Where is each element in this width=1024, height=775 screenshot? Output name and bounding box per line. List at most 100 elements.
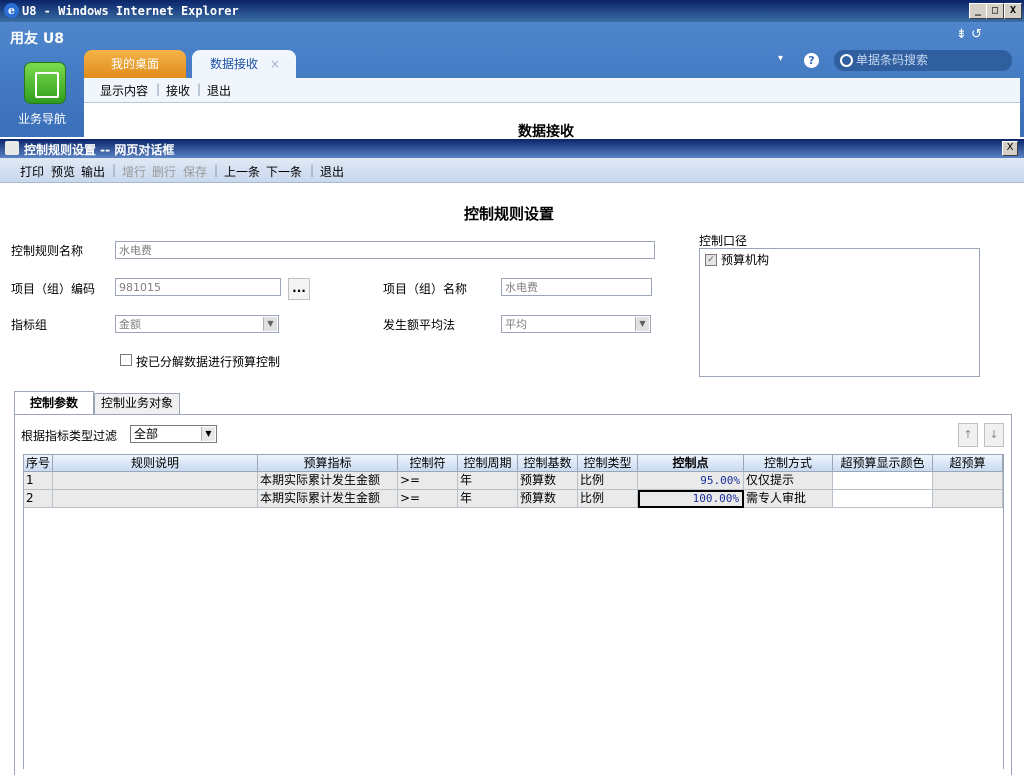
cell-control-type[interactable]: 比例 [578,490,638,508]
exit-button[interactable]: 退出 [207,82,231,99]
subbar-separator: | [197,82,202,96]
cell-base[interactable]: 预算数 [518,490,578,508]
rule-name-label: 控制规则名称 [11,244,84,258]
output-button[interactable]: 输出 [81,163,105,180]
maximize-button[interactable]: □ [986,3,1004,19]
dialog-close-button[interactable]: X [1002,141,1018,156]
next-record-button[interactable]: 下一条 [266,163,302,180]
tab-close-icon[interactable]: × [270,50,280,78]
move-down-icon[interactable]: ↓ [984,423,1004,447]
barcode-search-input[interactable]: 单据条码搜索 [834,50,1012,71]
dialog-titlebar: 控制规则设置 -- 网页对话框 [0,139,1024,158]
cell-control-method[interactable]: 仅仅提示 [744,472,833,490]
column-header-over-color[interactable]: 超预算显示颜色 [833,455,933,472]
cell-control-point[interactable]: 100.00% [638,490,744,508]
tab-control-params[interactable]: 控制参数 [14,391,94,415]
cell-operator[interactable]: >= [398,490,458,508]
rule-name-field[interactable]: 水电费 [115,241,655,259]
chevron-down-icon[interactable]: ▼ [263,317,277,331]
indicator-group-label: 指标组 [11,318,48,332]
column-header-period[interactable]: 控制周期 [458,455,518,472]
caliber-checkbox[interactable]: ✓ [705,254,717,266]
ie-logo-icon: e [4,3,19,18]
business-nav-label[interactable]: 业务导航 [18,110,66,127]
decompose-label: 按已分解数据进行预算控制 [136,355,281,369]
cell-budget-indicator[interactable]: 本期实际累计发生金额 [258,472,398,490]
print-button[interactable]: 打印 [20,163,44,180]
subbar-separator: | [156,82,161,96]
caliber-item-label: 预算机构 [721,253,770,267]
header-tool-icons[interactable]: ⇟ ↺ [956,27,982,42]
show-content-button[interactable]: 显示内容 [100,82,148,99]
item-code-label: 项目（组）编码 [11,282,96,296]
cell-rule-desc[interactable] [53,472,258,490]
tab-my-desktop[interactable]: 我的桌面 [84,50,186,78]
filter-value: 全部 [134,427,159,441]
content-title: 数据接收 [518,124,574,140]
column-header-over-budget[interactable]: 超预算 [933,455,1003,472]
column-header-base[interactable]: 控制基数 [518,455,578,472]
move-up-icon[interactable]: ↑ [958,423,978,447]
browser-title: U8 - Windows Internet Explorer [22,4,239,18]
tab-control-business-objects[interactable]: 控制业务对象 [94,393,180,415]
column-header-control-point[interactable]: 控制点 [638,455,744,472]
decompose-checkbox[interactable] [120,354,132,366]
cell-base[interactable]: 预算数 [518,472,578,490]
item-lookup-button[interactable]: ... [288,278,310,300]
minimize-button[interactable]: _ [969,3,987,19]
cell-operator[interactable]: >= [398,472,458,490]
cell-control-point[interactable]: 95.00% [638,472,744,490]
toolbar-separator: | [310,163,315,177]
cell-period[interactable]: 年 [458,472,518,490]
column-header-operator[interactable]: 控制符 [398,455,458,472]
toolbar-separator: | [112,163,117,177]
prev-record-button[interactable]: 上一条 [224,163,260,180]
cell-over-color[interactable] [833,472,933,490]
delete-row-button[interactable]: 删行 [152,163,176,180]
dialog-title: 控制规则设置 -- 网页对话框 [24,143,175,157]
tab-data-receive[interactable]: 数据接收 × [192,50,296,78]
chevron-down-icon[interactable]: ▾ [778,53,783,64]
column-header-budget-indicator[interactable]: 预算指标 [258,455,398,472]
app-content-area: 数据接收 [84,103,1020,140]
dialog-exit-button[interactable]: 退出 [320,163,344,180]
preview-button[interactable]: 预览 [51,163,75,180]
indicator-group-value: 金额 [119,318,141,331]
cell-seq[interactable]: 2 [24,490,53,508]
cell-period[interactable]: 年 [458,490,518,508]
filter-select[interactable]: 全部 ▼ [130,425,217,443]
indicator-group-select[interactable]: 金额 ▼ [115,315,279,333]
cell-over-color[interactable] [833,490,933,508]
avg-method-label: 发生额平均法 [383,318,456,332]
item-code-field[interactable]: 981015 [115,278,281,296]
chevron-down-icon[interactable]: ▼ [201,427,215,441]
column-header-control-method[interactable]: 控制方式 [744,455,833,472]
business-nav-icon[interactable] [24,62,66,104]
cell-rule-desc[interactable] [53,490,258,508]
cell-over-budget[interactable] [933,472,1003,490]
cell-seq[interactable]: 1 [24,472,53,490]
form-title: 控制规则设置 [464,205,555,223]
column-header-control-type[interactable]: 控制类型 [578,455,638,472]
chevron-down-icon[interactable]: ▼ [635,317,649,331]
cell-budget-indicator[interactable]: 本期实际累计发生金额 [258,490,398,508]
caliber-label: 控制口径 [699,234,748,248]
avg-method-select[interactable]: 平均 ▼ [501,315,651,333]
column-header-seq[interactable]: 序号 [24,455,53,472]
item-name-field[interactable]: 水电费 [501,278,652,296]
add-row-button[interactable]: 增行 [122,163,146,180]
help-icon[interactable]: ? [804,53,819,68]
save-button[interactable]: 保存 [183,163,207,180]
toolbar-separator: | [214,163,219,177]
avg-method-value: 平均 [505,318,527,331]
cell-over-budget[interactable] [933,490,1003,508]
browser-titlebar: e U8 - Windows Internet Explorer _ □ X [0,0,1024,22]
dialog-window-icon [5,141,19,155]
brand-logo: 用友 U8 [10,31,64,47]
receive-button[interactable]: 接收 [166,82,190,99]
column-header-rule-desc[interactable]: 规则说明 [53,455,258,472]
app-subbar: 显示内容 | 接收 | 退出 [84,78,1020,103]
close-window-button[interactable]: X [1004,3,1022,19]
cell-control-method[interactable]: 需专人审批 [744,490,833,508]
cell-control-type[interactable]: 比例 [578,472,638,490]
